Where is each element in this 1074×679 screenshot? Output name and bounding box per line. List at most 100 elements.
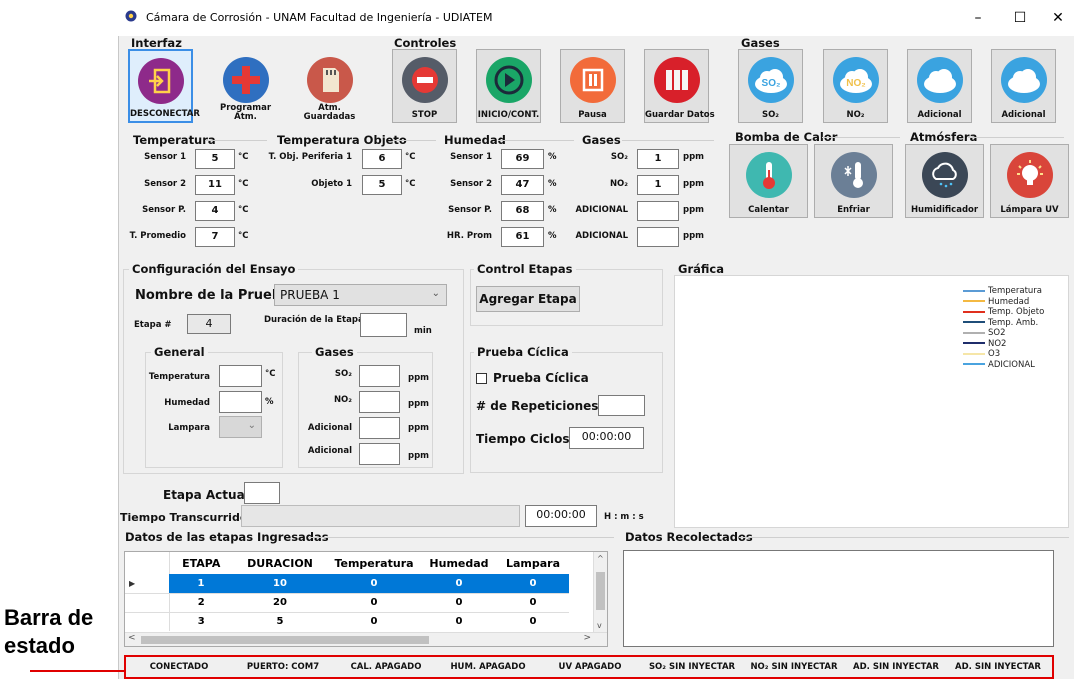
no2-gas-button[interactable]: NO₂ NO₂: [823, 49, 888, 123]
calentar-button[interactable]: Calentar: [729, 144, 808, 218]
legend-label: Temperatura: [988, 286, 1043, 296]
temp-sensorp-label: Sensor P.: [142, 205, 186, 215]
prueba-ciclica-title: Prueba Cíclica: [474, 345, 572, 359]
status-connection: CONECTADO: [149, 662, 209, 672]
additional-gas-button-2[interactable]: Adicional: [991, 49, 1056, 123]
play-icon: [485, 57, 532, 103]
status-additional-2: AD. SIN INYECTAR: [955, 662, 1041, 672]
pause-button[interactable]: Pausa: [560, 49, 625, 123]
save-data-button[interactable]: Guardar Datos: [644, 49, 715, 123]
cfg-adicional2-unit: ppm: [408, 451, 430, 461]
stop-button[interactable]: STOP: [392, 49, 457, 123]
temp-sensor1-unit: °C: [238, 152, 249, 162]
gen-humedad-label: Humedad: [164, 398, 210, 408]
tiempo-transcurrido-unit: H : m : s: [604, 512, 644, 522]
cfg-so2-unit: ppm: [408, 373, 430, 383]
h-scroll-thumb[interactable]: [141, 636, 429, 644]
hum-sensor1-value: 69: [501, 149, 544, 169]
etapa-num-value: 4: [187, 314, 231, 334]
save-data-label: Guardar Datos: [645, 110, 715, 120]
so2-read-unit: ppm: [683, 152, 705, 162]
cfg-adicional2-input[interactable]: [359, 443, 400, 465]
prueba-ciclica-checkbox[interactable]: [476, 373, 487, 384]
close-button[interactable]: ✕: [1040, 3, 1074, 33]
col-duracion[interactable]: DURACION: [233, 552, 327, 574]
gen-temperatura-label: Temperatura: [148, 372, 210, 382]
cfg-so2-input[interactable]: [359, 365, 400, 387]
tiempo-transcurrido-value: 00:00:00: [525, 505, 597, 527]
legend-swatch: [963, 300, 985, 302]
prueba-ciclica-checkbox-label: Prueba Cíclica: [493, 371, 589, 385]
agregar-etapa-button[interactable]: Agregar Etapa: [476, 286, 580, 312]
tiempo-ciclos-label: Tiempo Ciclos:: [476, 432, 575, 446]
hum-sensor2-unit: %: [548, 179, 557, 189]
lampara-uv-button[interactable]: Lámpara UV: [990, 144, 1069, 218]
status-bar-caption: Barra de estado: [4, 605, 94, 658]
scroll-up-icon[interactable]: ^: [597, 554, 604, 563]
adicional1-read-value: [637, 201, 679, 221]
stop-label: STOP: [411, 110, 438, 120]
legend-label: Temp. Objeto: [988, 307, 1045, 317]
adicional1-read-label: ADICIONAL: [575, 205, 628, 215]
start-button[interactable]: INICIO/CONT.: [476, 49, 541, 123]
repeticiones-input[interactable]: [598, 395, 645, 416]
legend-label: Humedad: [988, 296, 1030, 307]
additional-gas-button-1[interactable]: Adicional: [907, 49, 972, 123]
nombre-prueba-value: PRUEBA 1: [280, 288, 340, 302]
cfg-adicional1-input[interactable]: [359, 417, 400, 439]
control-etapas-title: Control Etapas: [474, 262, 576, 276]
legend-item: ADICIONAL: [963, 360, 1044, 371]
cfg-no2-unit: ppm: [408, 399, 430, 409]
obj-periferia-unit: °C: [405, 152, 416, 162]
enfriar-button[interactable]: Enfriar: [814, 144, 893, 218]
humidificador-button[interactable]: Humidificador: [905, 144, 984, 218]
hum-sensor2-value: 47: [501, 175, 544, 195]
cfg-no2-input[interactable]: [359, 391, 400, 413]
gen-lampara-dropdown[interactable]: ⌄: [219, 416, 262, 438]
row-header-corner: [125, 552, 170, 574]
scroll-thumb[interactable]: [596, 572, 605, 610]
col-etapa[interactable]: ETAPA: [169, 552, 233, 574]
row-selector-icon: ▶: [125, 574, 169, 593]
cell-temperatura: 0: [370, 616, 378, 628]
hum-sensor2-label: Sensor 2: [450, 179, 492, 189]
col-lampara[interactable]: Lampara: [497, 552, 569, 574]
col-humedad[interactable]: Humedad: [421, 552, 497, 574]
scroll-right-icon[interactable]: >: [583, 633, 591, 643]
duracion-input[interactable]: [360, 313, 407, 337]
maximize-button[interactable]: ☐: [1002, 3, 1038, 33]
table-row[interactable]: 2 20 0 0 0: [125, 593, 569, 612]
program-atm-button[interactable]: Programar Atm.: [213, 49, 278, 123]
horizontal-scrollbar[interactable]: < >: [125, 632, 607, 646]
tiempo-ciclos-input[interactable]: 00:00:00: [569, 427, 644, 449]
saved-atm-label: Atm. Guardadas: [303, 103, 356, 122]
gases-readout-title: Gases: [582, 133, 621, 147]
gen-temperatura-unit: °C: [265, 369, 276, 379]
chevron-down-icon: ⌄: [247, 420, 256, 431]
legend-item: Temp. Objeto: [963, 307, 1044, 318]
scroll-left-icon[interactable]: <: [128, 633, 136, 643]
legend-swatch: [963, 352, 985, 355]
nombre-prueba-dropdown[interactable]: PRUEBA 1 ⌄: [274, 284, 447, 306]
status-uv: UV APAGADO: [558, 662, 622, 672]
so2-gas-button[interactable]: SO₂ SO₂: [738, 49, 803, 123]
etapa-actual-value: [244, 482, 280, 504]
cell-temperatura: 0: [370, 597, 378, 608]
saved-atm-button[interactable]: Atm. Guardadas: [297, 49, 362, 123]
duracion-label: Duración de la Etapa: [264, 315, 364, 325]
gen-temperatura-input[interactable]: [219, 365, 262, 387]
datos-recolectados-box[interactable]: [623, 550, 1054, 647]
cfg-adicional1-unit: ppm: [408, 423, 430, 433]
table-row[interactable]: ▶ 1 10 0 0 0: [125, 574, 569, 593]
gen-humedad-input[interactable]: [219, 391, 262, 413]
legend-label: ADICIONAL: [988, 359, 1035, 370]
disconnect-button[interactable]: DESCONECTAR: [128, 49, 200, 123]
vertical-scrollbar[interactable]: ^ v: [593, 552, 607, 632]
minimize-button[interactable]: –: [960, 3, 996, 33]
hum-promedio-unit: %: [548, 231, 557, 241]
table-row[interactable]: 3 5 0 0 0: [125, 612, 569, 631]
scroll-down-icon[interactable]: v: [597, 621, 602, 630]
col-temperatura[interactable]: Temperatura: [327, 552, 421, 574]
status-so2: SO₂ SIN INYECTAR: [648, 662, 736, 672]
row-header: [125, 593, 170, 612]
